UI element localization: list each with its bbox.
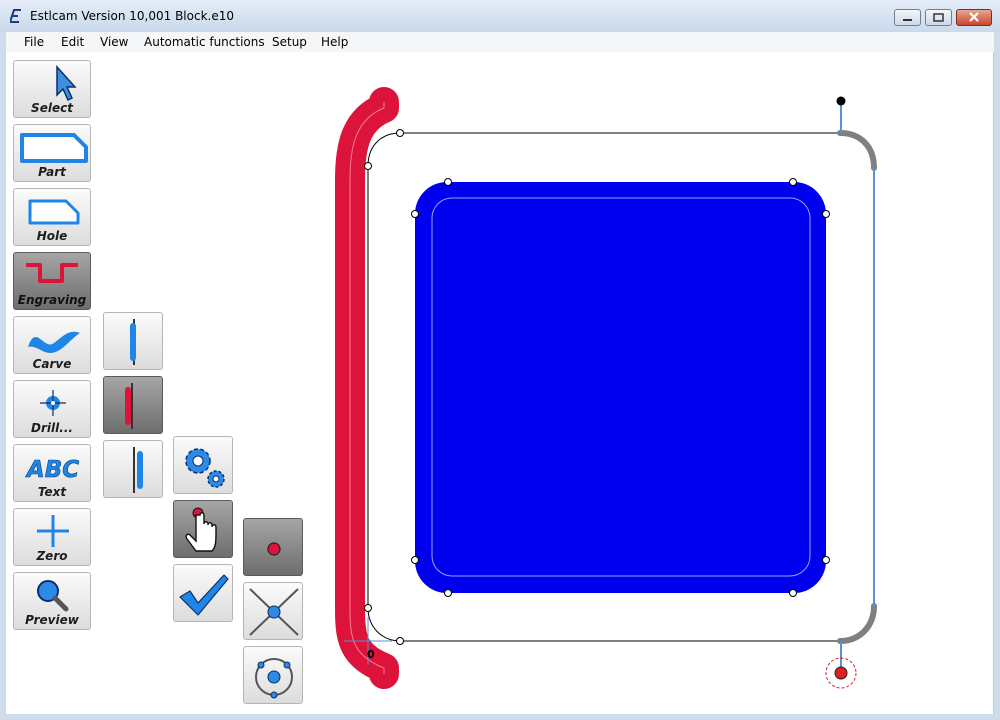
engraving-path[interactable]: [335, 87, 399, 689]
start-point-dot-icon: [267, 542, 281, 556]
select-tool-button[interactable]: Select: [13, 60, 91, 118]
menu-view[interactable]: View: [100, 35, 128, 49]
cad-drawing-canvas[interactable]: 0: [320, 80, 890, 700]
settings-gears-button[interactable]: [173, 436, 233, 494]
carve-wave-icon: [28, 331, 80, 353]
checkmark-icon: [179, 574, 229, 616]
menu-automatic-functions[interactable]: Automatic functions: [144, 35, 265, 49]
zero-tool-button[interactable]: Zero: [13, 508, 91, 566]
hole-tool-label: Hole: [36, 229, 68, 243]
intersection-start-button[interactable]: [243, 582, 303, 640]
menu-file[interactable]: File: [24, 35, 44, 49]
magnifier-icon: [37, 580, 69, 612]
svg-text:ABC: ABC: [25, 457, 79, 483]
tool-path-line[interactable]: [840, 101, 875, 673]
minimize-button[interactable]: [894, 9, 921, 26]
pick-start-button[interactable]: [173, 500, 233, 558]
drill-crosshair-icon: [40, 390, 66, 416]
engraving-tool-button[interactable]: Engraving: [13, 252, 91, 310]
minimize-icon: [903, 19, 912, 21]
pocket-area[interactable]: [415, 182, 826, 593]
part-outline-icon: [20, 133, 88, 163]
confirm-button[interactable]: [173, 564, 233, 622]
lead-out-arc[interactable]: [837, 603, 877, 644]
title-bar[interactable]: Estlcam Version 10,001 Block.e10: [0, 0, 1000, 32]
carve-tool-label: Carve: [32, 357, 72, 371]
preview-tool-label: Preview: [25, 613, 79, 627]
estlcam-app-icon: [10, 9, 21, 23]
engrave-right-button[interactable]: [103, 440, 163, 498]
start-point-circle-icon: [255, 658, 293, 699]
gears-icon: [185, 448, 225, 488]
preview-tool-button[interactable]: Preview: [13, 572, 91, 630]
engrave-left-button[interactable]: [103, 312, 163, 370]
right-edge-divider: [993, 52, 994, 714]
maximize-icon: [933, 13, 944, 22]
select-tool-label: Select: [31, 101, 73, 115]
part-tool-label: Part: [38, 165, 66, 179]
menu-edit[interactable]: Edit: [61, 35, 84, 49]
carve-tool-button[interactable]: Carve: [13, 316, 91, 374]
menu-help[interactable]: Help: [321, 35, 348, 49]
circle-start-button[interactable]: [243, 646, 303, 704]
engraving-tool-label: Engraving: [17, 293, 87, 307]
lead-in-arc[interactable]: [837, 130, 877, 171]
application-window: Estlcam Version 10,001 Block.e10 File Ed…: [0, 0, 1000, 720]
text-tool-label: Text: [37, 485, 67, 499]
path-end-point[interactable]: [836, 96, 846, 106]
origin-label: 0: [367, 648, 375, 661]
engraving-path-icon: [26, 263, 78, 283]
maximize-button[interactable]: [925, 9, 952, 26]
path-left-icon: [130, 319, 136, 365]
drill-tool-label: Drill...: [31, 421, 73, 435]
hand-pointer-icon: [185, 507, 217, 552]
menu-setup[interactable]: Setup: [272, 35, 307, 49]
arrow-cursor-icon: [56, 65, 77, 102]
zero-cross-icon: [37, 515, 69, 547]
part-tool-button[interactable]: Part: [13, 124, 91, 182]
path-center-icon: [125, 383, 133, 429]
zero-tool-label: Zero: [36, 549, 68, 563]
menu-bar: File Edit View Automatic functions Setup…: [6, 32, 994, 52]
abc-text-icon: ABC: [25, 457, 80, 484]
text-tool-button[interactable]: ABC Text: [13, 444, 91, 502]
start-point-intersection-icon: [249, 588, 299, 636]
window-title: Estlcam Version 10,001 Block.e10: [30, 9, 234, 23]
close-button[interactable]: [956, 9, 992, 26]
drill-tool-button[interactable]: Drill...: [13, 380, 91, 438]
hole-outline-icon: [28, 199, 80, 225]
hole-tool-button[interactable]: Hole: [13, 188, 91, 246]
start-point-button[interactable]: [243, 518, 303, 576]
engrave-center-button[interactable]: [103, 376, 163, 434]
close-icon: [969, 12, 979, 22]
path-right-icon: [133, 447, 143, 493]
